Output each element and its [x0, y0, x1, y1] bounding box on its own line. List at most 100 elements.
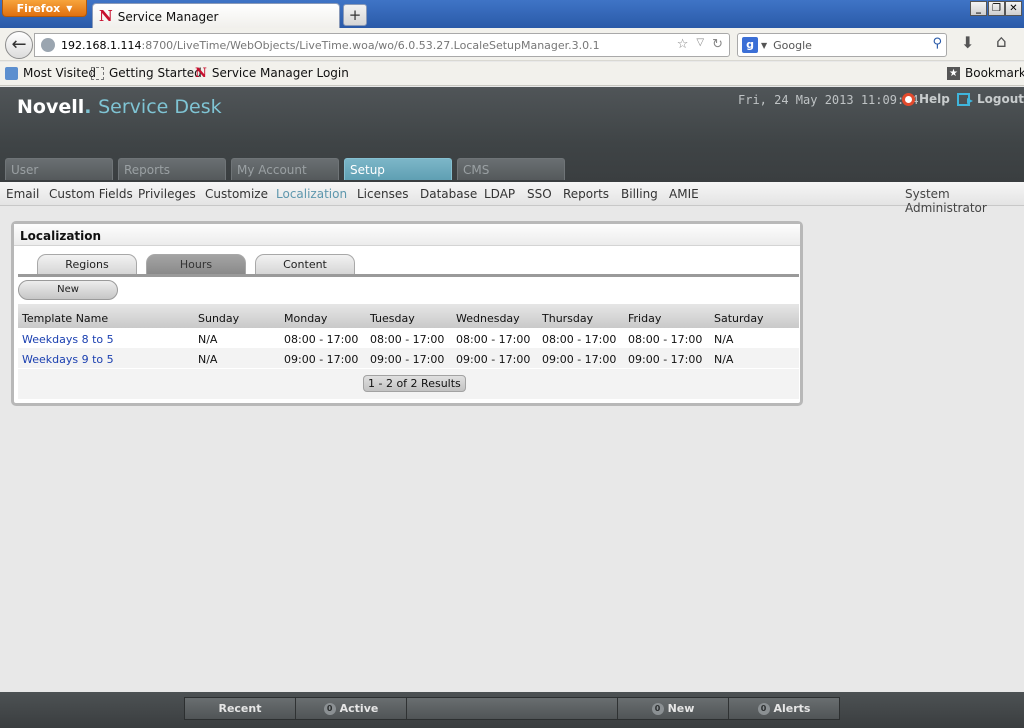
template-link[interactable]: Weekdays 9 to 5	[22, 353, 114, 366]
subnav-amie[interactable]: AMIE	[669, 187, 699, 201]
chevron-down-icon[interactable]: ▼	[761, 41, 767, 50]
setup-sub-navigation: Email Custom Fields Privileges Customize…	[0, 182, 1024, 215]
subnav-custom-fields[interactable]: Custom Fields	[49, 187, 133, 201]
column-header-tuesday[interactable]: Tuesday	[366, 304, 452, 328]
column-header-sunday[interactable]: Sunday	[194, 304, 280, 328]
column-header-monday[interactable]: Monday	[280, 304, 366, 328]
tab-regions[interactable]: Regions	[37, 254, 137, 274]
tab-user[interactable]: User	[5, 158, 113, 180]
template-link[interactable]: Weekdays 8 to 5	[22, 333, 114, 346]
logout-link[interactable]: Logout	[957, 92, 1024, 106]
subnav-billing[interactable]: Billing	[621, 187, 658, 201]
subnav-customize[interactable]: Customize	[205, 187, 268, 201]
back-arrow-icon[interactable]: ←	[5, 31, 33, 59]
subnav-sso[interactable]: SSO	[527, 187, 552, 201]
tab-cms[interactable]: CMS	[457, 158, 565, 180]
bottom-bar-tray: Recent 0 Active 0 New 0 Alerts	[184, 697, 840, 720]
maximize-icon[interactable]: ❐	[988, 1, 1005, 16]
table-cell: 09:00 - 17:00	[452, 348, 538, 368]
tab-my-account[interactable]: My Account	[231, 158, 339, 180]
alerts-count-badge: 0	[757, 702, 770, 715]
subnav-ldap[interactable]: LDAP	[484, 187, 515, 201]
results-count: 1 - 2 of 2 Results	[363, 375, 466, 392]
table-cell: 08:00 - 17:00	[370, 333, 445, 346]
subnav-reports[interactable]: Reports	[563, 187, 609, 201]
window-titlebar: Firefox ▼ N Service Manager + _ ❐ ✕	[0, 0, 1024, 29]
novell-n-icon: N	[99, 7, 113, 25]
most-visited-icon	[5, 66, 18, 80]
tab-reports[interactable]: Reports	[118, 158, 226, 180]
search-icon[interactable]: ⚲	[932, 36, 942, 51]
close-icon[interactable]: ✕	[1005, 1, 1022, 16]
bookmarks-menu[interactable]: ★ Bookmarks	[947, 66, 1024, 80]
table-cell: 08:00 - 17:00	[542, 333, 617, 346]
table-cell: N/A	[710, 348, 799, 368]
home-icon[interactable]: ⌂	[996, 32, 1007, 52]
bottom-bar-spacer	[407, 698, 618, 719]
google-icon: g	[742, 37, 758, 53]
browser-tab-service-manager[interactable]: N Service Manager	[92, 3, 340, 29]
bottom-status-bar: Recent 0 Active 0 New 0 Alerts	[0, 692, 1024, 728]
new-count-badge: 0	[651, 702, 664, 715]
new-items-button[interactable]: 0 New	[618, 698, 729, 719]
search-input[interactable]: Google	[773, 39, 812, 52]
table-cell: 08:00 - 17:00	[456, 333, 531, 346]
tab-content[interactable]: Content	[255, 254, 355, 274]
table-cell: 09:00 - 17:00	[280, 348, 366, 368]
subnav-database[interactable]: Database	[420, 187, 477, 201]
table-footer: 1 - 2 of 2 Results	[18, 369, 799, 399]
subnav-privileges[interactable]: Privileges	[138, 187, 196, 201]
brand-logo: Novell. Service Desk	[17, 96, 222, 118]
help-link[interactable]: Help	[902, 92, 950, 106]
table-row: Weekdays 9 to 5 N/A 09:00 - 17:00 09:00 …	[18, 348, 799, 368]
url-bar[interactable]: 192.168.1.114:8700/LiveTime/WebObjects/L…	[34, 33, 730, 57]
column-header-saturday[interactable]: Saturday	[710, 304, 799, 328]
navigation-toolbar: ← 192.168.1.114:8700/LiveTime/WebObjects…	[0, 28, 1024, 61]
table-cell: 09:00 - 17:00	[624, 348, 710, 368]
tab-setup[interactable]: Setup	[344, 158, 452, 180]
tab-hours[interactable]: Hours	[146, 254, 246, 274]
alerts-button[interactable]: 0 Alerts	[729, 698, 839, 719]
bookmark-getting-started[interactable]: Getting Started	[91, 66, 202, 80]
lifebuoy-icon	[902, 92, 915, 106]
app-header: Novell. Service Desk Fri, 24 May 2013 11…	[0, 87, 1024, 182]
table-cell: 08:00 - 17:00	[628, 333, 703, 346]
subnav-licenses[interactable]: Licenses	[357, 187, 409, 201]
bookmark-most-visited[interactable]: Most Visited	[5, 66, 96, 80]
page-icon	[91, 66, 104, 80]
url-path: :8700/LiveTime/WebObjects/LiveTime.woa/w…	[141, 38, 600, 52]
panel-title: Localization	[14, 224, 800, 246]
dropdown-arrow-icon: ▼	[66, 3, 73, 13]
table-cell: 08:00 - 17:00	[284, 333, 359, 346]
recent-button[interactable]: Recent	[185, 698, 296, 719]
tab-divider	[18, 274, 799, 277]
subnav-email[interactable]: Email	[6, 187, 39, 201]
column-header-friday[interactable]: Friday	[624, 304, 710, 328]
globe-icon	[41, 38, 55, 52]
table-cell: 09:00 - 17:00	[366, 348, 452, 368]
column-header-thursday[interactable]: Thursday	[538, 304, 624, 328]
current-datetime: Fri, 24 May 2013 11:09:04	[738, 93, 919, 107]
novell-n-icon: N	[195, 65, 207, 81]
subnav-localization[interactable]: Localization	[276, 187, 347, 201]
user-role-label: System Administrator	[905, 187, 987, 215]
download-icon[interactable]: ⬇	[961, 33, 974, 52]
table-header-row: Template Name Sunday Monday Tuesday Wedn…	[18, 304, 799, 328]
search-bar[interactable]: g ▼ Google ⚲	[737, 33, 947, 57]
bookmark-star-icon: ★	[947, 66, 960, 80]
new-tab-button[interactable]: +	[343, 4, 367, 26]
history-dropdown-icon[interactable]: ▽	[696, 37, 704, 52]
star-icon[interactable]: ☆	[677, 37, 689, 52]
logout-icon	[957, 92, 973, 106]
table-cell: N/A	[194, 348, 280, 368]
firefox-menu-button[interactable]: Firefox ▼	[2, 0, 87, 17]
minimize-icon[interactable]: _	[970, 1, 987, 16]
column-header-wednesday[interactable]: Wednesday	[452, 304, 538, 328]
new-button[interactable]: New	[18, 280, 118, 300]
active-button[interactable]: 0 Active	[296, 698, 407, 719]
bookmark-service-manager-login[interactable]: N Service Manager Login	[195, 66, 349, 80]
reload-icon[interactable]: ↻	[712, 37, 723, 52]
column-header-template-name[interactable]: Template Name	[18, 304, 194, 328]
active-count-badge: 0	[323, 702, 336, 715]
table-row: Weekdays 8 to 5 N/A 08:00 - 17:00 08:00 …	[18, 328, 799, 348]
